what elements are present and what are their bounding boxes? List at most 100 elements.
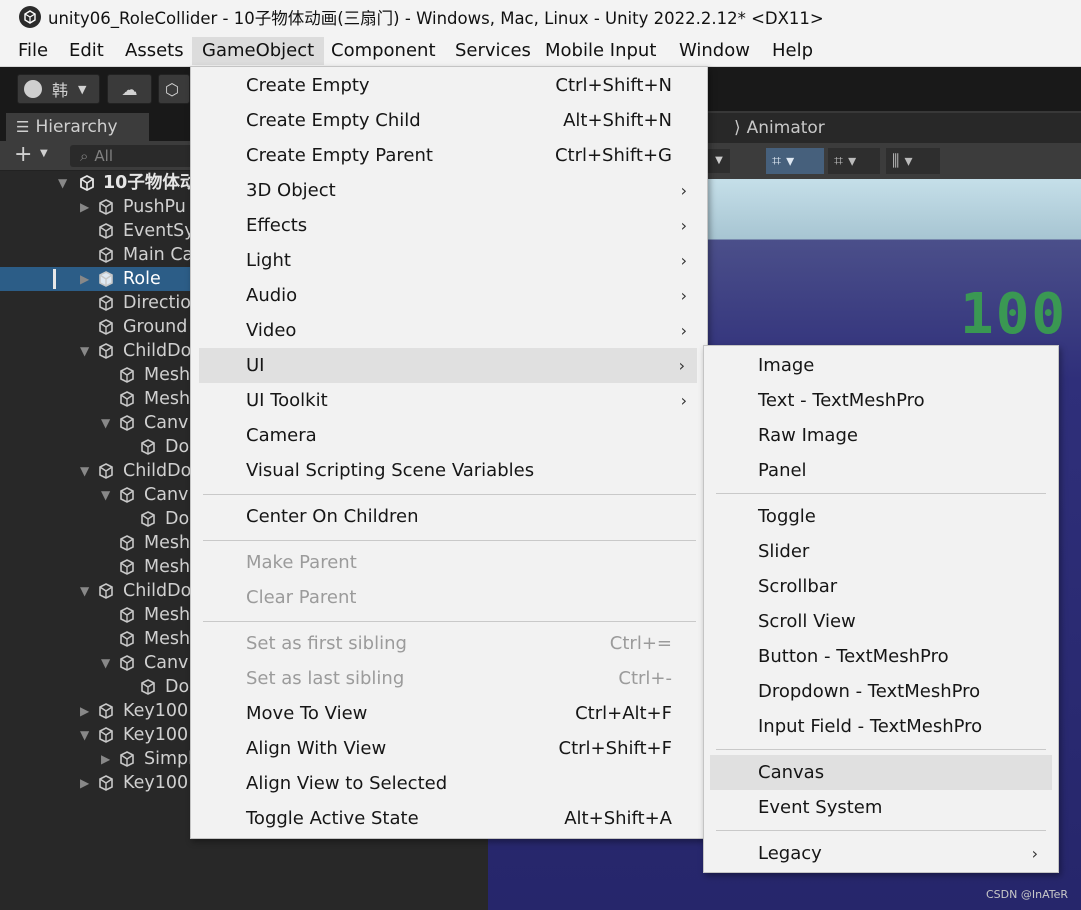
menu-item-align-with-view[interactable]: Align With View Ctrl+Shift+F [191, 731, 707, 766]
menu-bar: File Edit Assets GameObject Component Se… [0, 34, 1081, 67]
menu-item-move-to-view[interactable]: Move To View Ctrl+Alt+F [191, 696, 707, 731]
menu-component[interactable]: Component [327, 37, 440, 65]
menu-item-label: Effects [246, 215, 308, 236]
expand-arrow-icon[interactable]: ▼ [58, 171, 67, 195]
menu-item-light[interactable]: Light › [191, 243, 707, 278]
account-label: 韩 [52, 81, 69, 100]
menu-item-label: Camera [246, 425, 317, 446]
gameobject-cube-icon [139, 678, 157, 696]
gameobject-cube-icon [118, 534, 136, 552]
menu-item-shortcut: Alt+Shift+A [564, 808, 672, 829]
expand-arrow-icon[interactable]: ▼ [80, 579, 89, 603]
account-button[interactable]: 韩 ▼ [17, 74, 100, 104]
menu-item-label: Dropdown - TextMeshPro [758, 681, 981, 702]
submenu-item-scrollbar[interactable]: Scrollbar [704, 569, 1058, 604]
menu-item-label: Text - TextMeshPro [758, 390, 925, 411]
search-icon: ⌕ [80, 147, 89, 165]
menu-item-camera[interactable]: Camera [191, 418, 707, 453]
animator-icon: ⟩ [734, 118, 741, 138]
search-placeholder: All [94, 147, 114, 165]
menu-item-audio[interactable]: Audio › [191, 278, 707, 313]
submenu-item-panel[interactable]: Panel [704, 453, 1058, 488]
menu-item-visual-scripting-scene-variables[interactable]: Visual Scripting Scene Variables [191, 453, 707, 488]
grid-snap-button[interactable]: ⌗ ▾ [766, 148, 824, 174]
gameobject-cube-icon [118, 750, 136, 768]
hierarchy-row-label: Simpl [144, 749, 193, 769]
submenu-item-slider[interactable]: Slider [704, 534, 1058, 569]
window-title: unity06_RoleCollider - 10子物体动画(三扇门) - Wi… [48, 9, 824, 28]
gameobject-cube-icon [118, 558, 136, 576]
menu-item-create-empty[interactable]: Create Empty Ctrl+Shift+N [191, 68, 707, 103]
menu-item-label: Panel [758, 460, 807, 481]
menu-item-toggle-active-state[interactable]: Toggle Active State Alt+Shift+A [191, 801, 707, 836]
menu-item-shortcut: Alt+Shift+N [563, 110, 672, 131]
expand-arrow-icon[interactable]: ▶ [101, 747, 110, 771]
submenu-item-input-field-textmeshpro[interactable]: Input Field - TextMeshPro [704, 709, 1058, 744]
hierarchy-row-label: Canv [144, 485, 189, 505]
submenu-item-dropdown-textmeshpro[interactable]: Dropdown - TextMeshPro [704, 674, 1058, 709]
expand-arrow-icon[interactable]: ▶ [80, 699, 89, 723]
expand-arrow-icon[interactable]: ▼ [101, 483, 110, 507]
menu-item-ui-toolkit[interactable]: UI Toolkit › [191, 383, 707, 418]
menu-gameobject[interactable]: GameObject [192, 37, 325, 65]
hierarchy-row-label: Mesh [144, 533, 191, 553]
submenu-item-toggle[interactable]: Toggle [704, 499, 1058, 534]
expand-arrow-icon[interactable]: ▶ [80, 267, 89, 291]
menu-item-clear-parent[interactable]: Clear Parent [191, 580, 707, 615]
submenu-item-image[interactable]: Image [704, 348, 1058, 383]
chevron-down-icon[interactable]: ▼ [40, 148, 48, 159]
menu-item-label: Clear Parent [246, 587, 357, 608]
submenu-item-legacy[interactable]: Legacy › [704, 836, 1058, 871]
menu-item-ui[interactable]: UI › [199, 348, 697, 383]
menu-item-label: UI Toolkit [246, 390, 328, 411]
menu-item-set-first-sibling[interactable]: Set as first sibling Ctrl+= [191, 626, 707, 661]
expand-arrow-icon[interactable]: ▼ [80, 339, 89, 363]
expand-arrow-icon[interactable]: ▶ [80, 195, 89, 219]
hierarchy-row-label: Canv [144, 653, 189, 673]
menu-item-make-parent[interactable]: Make Parent [191, 545, 707, 580]
menu-file[interactable]: File [14, 37, 52, 65]
menu-item-align-view-to-selected[interactable]: Align View to Selected [191, 766, 707, 801]
menu-item-shortcut: Ctrl+Shift+G [554, 145, 672, 166]
submenu-item-text-textmeshpro[interactable]: Text - TextMeshPro [704, 383, 1058, 418]
gizmo-toggle-button[interactable]: ⌗ ▾ [828, 148, 880, 174]
menu-mobile-input[interactable]: Mobile Input [541, 37, 660, 65]
collab-button[interactable]: ⬡ [158, 74, 190, 104]
gameobject-cube-icon [139, 510, 157, 528]
submenu-item-event-system[interactable]: Event System [704, 790, 1058, 825]
menu-item-center-on-children[interactable]: Center On Children [191, 499, 707, 534]
tab-animator[interactable]: ⟩ Animator [708, 113, 1081, 143]
hierarchy-row-label: PushPu [123, 197, 186, 217]
menu-edit[interactable]: Edit [65, 37, 108, 65]
menu-item-create-empty-parent[interactable]: Create Empty Parent Ctrl+Shift+G [191, 138, 707, 173]
menu-assets[interactable]: Assets [121, 37, 188, 65]
draw-mode-dropdown[interactable]: ▼ [708, 149, 730, 173]
submenu-item-scroll-view[interactable]: Scroll View [704, 604, 1058, 639]
ruler-toggle-button[interactable]: ⫼ ▾ [886, 148, 940, 174]
menu-item-label: Input Field - TextMeshPro [758, 716, 983, 737]
menu-item-video[interactable]: Video › [191, 313, 707, 348]
submenu-item-canvas[interactable]: Canvas [710, 755, 1052, 790]
submenu-item-raw-image[interactable]: Raw Image [704, 418, 1058, 453]
hierarchy-search-input[interactable]: ⌕ All [70, 145, 210, 167]
submenu-item-button-textmeshpro[interactable]: Button - TextMeshPro [704, 639, 1058, 674]
menu-window[interactable]: Window [675, 37, 754, 65]
chevron-right-icon: › [680, 251, 687, 270]
menu-services[interactable]: Services [451, 37, 535, 65]
menu-item-3d-object[interactable]: 3D Object › [191, 173, 707, 208]
hierarchy-row-label: Mesh [144, 365, 191, 385]
hierarchy-row-label: ChildDo [123, 461, 192, 481]
add-icon[interactable]: + [14, 142, 32, 167]
expand-arrow-icon[interactable]: ▶ [80, 771, 89, 795]
menu-item-label: Visual Scripting Scene Variables [246, 460, 535, 481]
expand-arrow-icon[interactable]: ▼ [101, 411, 110, 435]
menu-item-create-empty-child[interactable]: Create Empty Child Alt+Shift+N [191, 103, 707, 138]
tab-hierarchy[interactable]: ☰ Hierarchy [6, 113, 149, 141]
expand-arrow-icon[interactable]: ▼ [80, 723, 89, 747]
menu-item-set-last-sibling[interactable]: Set as last sibling Ctrl+- [191, 661, 707, 696]
expand-arrow-icon[interactable]: ▼ [80, 459, 89, 483]
expand-arrow-icon[interactable]: ▼ [101, 651, 110, 675]
menu-help[interactable]: Help [768, 37, 817, 65]
cloud-button[interactable]: ☁ [107, 74, 152, 104]
menu-item-effects[interactable]: Effects › [191, 208, 707, 243]
